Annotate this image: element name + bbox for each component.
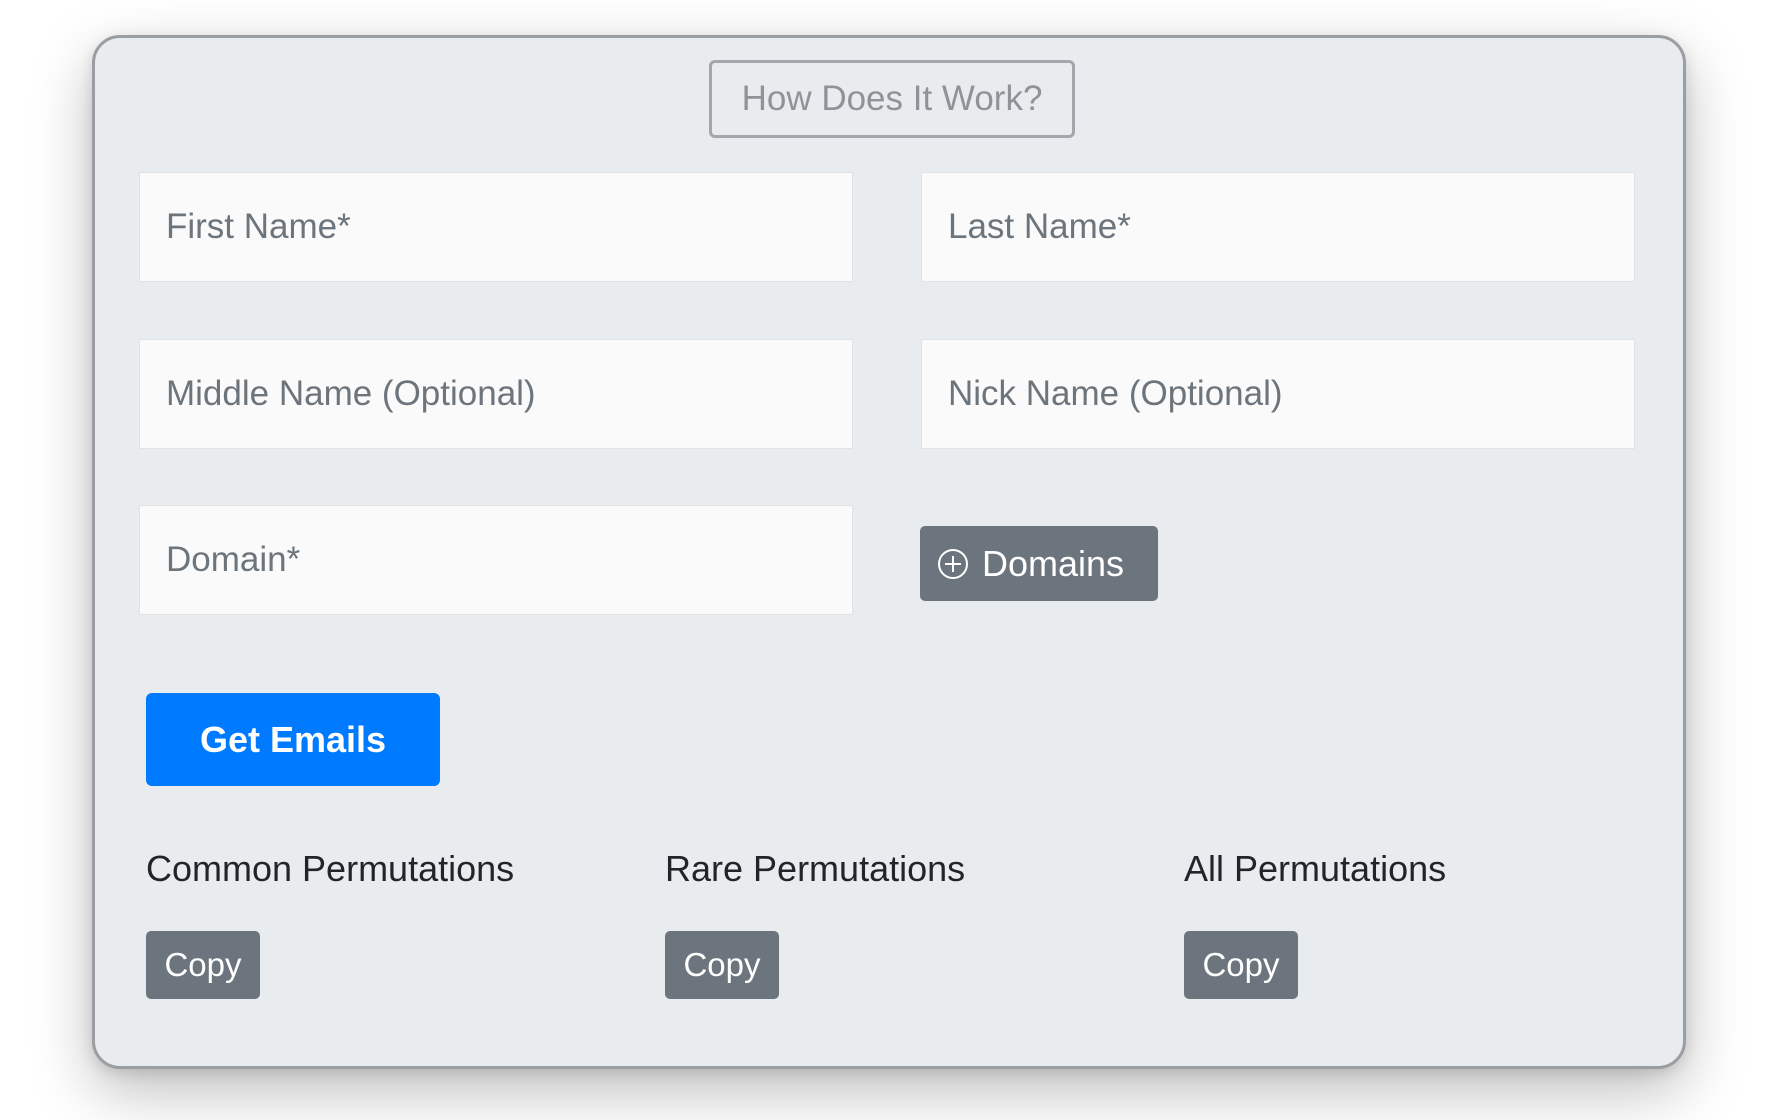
copy-common-button[interactable]: Copy (146, 931, 260, 999)
domain-input[interactable] (139, 505, 853, 615)
last-name-input[interactable] (921, 172, 1635, 282)
nick-name-input[interactable] (921, 339, 1635, 449)
plus-circle-icon (938, 548, 968, 579)
middle-name-input[interactable] (139, 339, 853, 449)
first-name-input[interactable] (139, 172, 853, 282)
add-domains-label: Domains (982, 542, 1125, 584)
email-permutator-card: How Does It Work? Domains Get Emails Com… (92, 35, 1686, 1069)
copy-all-button[interactable]: Copy (1184, 931, 1298, 999)
how-does-it-work-button[interactable]: How Does It Work? (709, 60, 1075, 138)
add-domains-button[interactable]: Domains (920, 526, 1158, 601)
get-emails-button[interactable]: Get Emails (146, 693, 440, 786)
rare-permutations-label: Rare Permutations (665, 848, 966, 889)
common-permutations-label: Common Permutations (146, 848, 515, 889)
all-permutations-label: All Permutations (1184, 848, 1447, 889)
copy-rare-button[interactable]: Copy (665, 931, 779, 999)
